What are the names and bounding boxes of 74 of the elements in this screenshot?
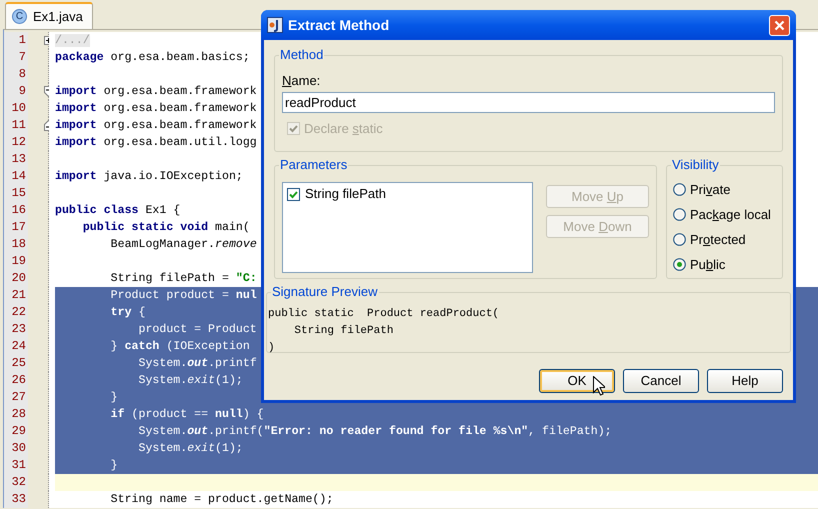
code-line: System.exit(1); — [137, 441, 243, 457]
code-line: } — [110, 458, 118, 474]
code-line: try { — [110, 305, 146, 321]
line-number: 18 — [4, 236, 28, 253]
code-line: System.exit(1); — [137, 373, 243, 389]
name-field[interactable]: readProduct — [282, 92, 775, 113]
java-app-icon — [267, 17, 283, 33]
line-number: 27 — [4, 389, 28, 406]
visibility-radio[interactable]: Public — [673, 255, 776, 274]
line-number: 8 — [4, 66, 28, 83]
line-number: 22 — [4, 304, 28, 321]
file-tab[interactable]: C Ex1.java — [5, 2, 93, 29]
visibility-radio[interactable]: Private — [673, 180, 776, 199]
line-number: 30 — [4, 440, 28, 457]
line-number: 10 — [4, 100, 28, 117]
line-number: 9 — [4, 83, 28, 100]
line-number: 21 — [4, 287, 28, 304]
name-label: Name: — [282, 73, 322, 88]
group-title: Signature Preview — [271, 284, 378, 300]
code-line: System.out.printf — [137, 356, 257, 372]
line-number: 23 — [4, 321, 28, 338]
code-line: BeamLogManager.remove — [110, 237, 257, 253]
signature-line: String filePath — [293, 324, 394, 339]
close-icon — [774, 20, 785, 30]
code-line: import org.esa.beam.framework — [55, 84, 257, 100]
line-number: 15 — [4, 185, 28, 202]
group-title: Visibility — [671, 157, 720, 173]
line-number: 12 — [4, 134, 28, 151]
line-number: 24 — [4, 338, 28, 355]
line-number: 20 — [4, 270, 28, 287]
code-line: import org.esa.beam.util.logg — [55, 135, 257, 151]
visibility-radio[interactable]: Protected — [673, 230, 776, 249]
code-line: import org.esa.beam.framework — [55, 101, 257, 117]
code-line: if (product == null) { — [110, 407, 264, 423]
code-line: public static void main( — [82, 220, 250, 236]
code-line: public class Ex1 { — [55, 203, 180, 219]
dialog-button[interactable]: Cancel — [623, 369, 699, 393]
code-line: } catch (IOException — [110, 339, 250, 355]
line-number: 19 — [4, 253, 28, 270]
line-number: 17 — [4, 219, 28, 236]
code-line: String name = product.getName(); — [110, 492, 334, 508]
close-button[interactable] — [769, 14, 790, 36]
line-number: 32 — [4, 474, 28, 491]
line-number: 33 — [4, 491, 28, 508]
code-line: System.out.printf("Error: no reader found for file %s\n", filePath); — [137, 424, 612, 440]
visibility-radio[interactable]: Package local — [673, 205, 776, 224]
line-number: 25 — [4, 355, 28, 372]
mouse-cursor-icon — [593, 376, 605, 396]
line-number: 14 — [4, 168, 28, 185]
line-number: 13 — [4, 151, 28, 168]
line-number: 1 — [4, 32, 28, 49]
parameter-item[interactable]: String filePath — [287, 186, 532, 202]
code-line: Product product = nul — [110, 288, 257, 304]
code-line: import org.esa.beam.framework — [55, 118, 257, 134]
class-icon: C — [12, 9, 27, 24]
code-line: package org.esa.beam.basics; — [55, 50, 250, 66]
dialog-button[interactable]: OK — [539, 369, 615, 393]
code-line: String filePath = "C: — [110, 271, 257, 287]
signature-line: public static Product readProduct( — [268, 307, 500, 322]
line-number: 26 — [4, 372, 28, 389]
code-line: } — [110, 390, 118, 406]
line-number: 29 — [4, 423, 28, 440]
check-icon — [289, 190, 298, 198]
signature-line: ) — [268, 341, 275, 356]
check-icon — [289, 124, 298, 134]
dialog-title: Extract Method — [288, 16, 390, 34]
line-number: 7 — [4, 49, 28, 66]
line-number: 16 — [4, 202, 28, 219]
line-number: 31 — [4, 457, 28, 474]
code-line: product = Product — [137, 322, 257, 338]
dialog-button[interactable]: Help — [707, 369, 783, 393]
code-line: import java.io.IOException; — [55, 169, 243, 185]
line-number: 28 — [4, 406, 28, 423]
line-number: 11 — [4, 117, 28, 134]
